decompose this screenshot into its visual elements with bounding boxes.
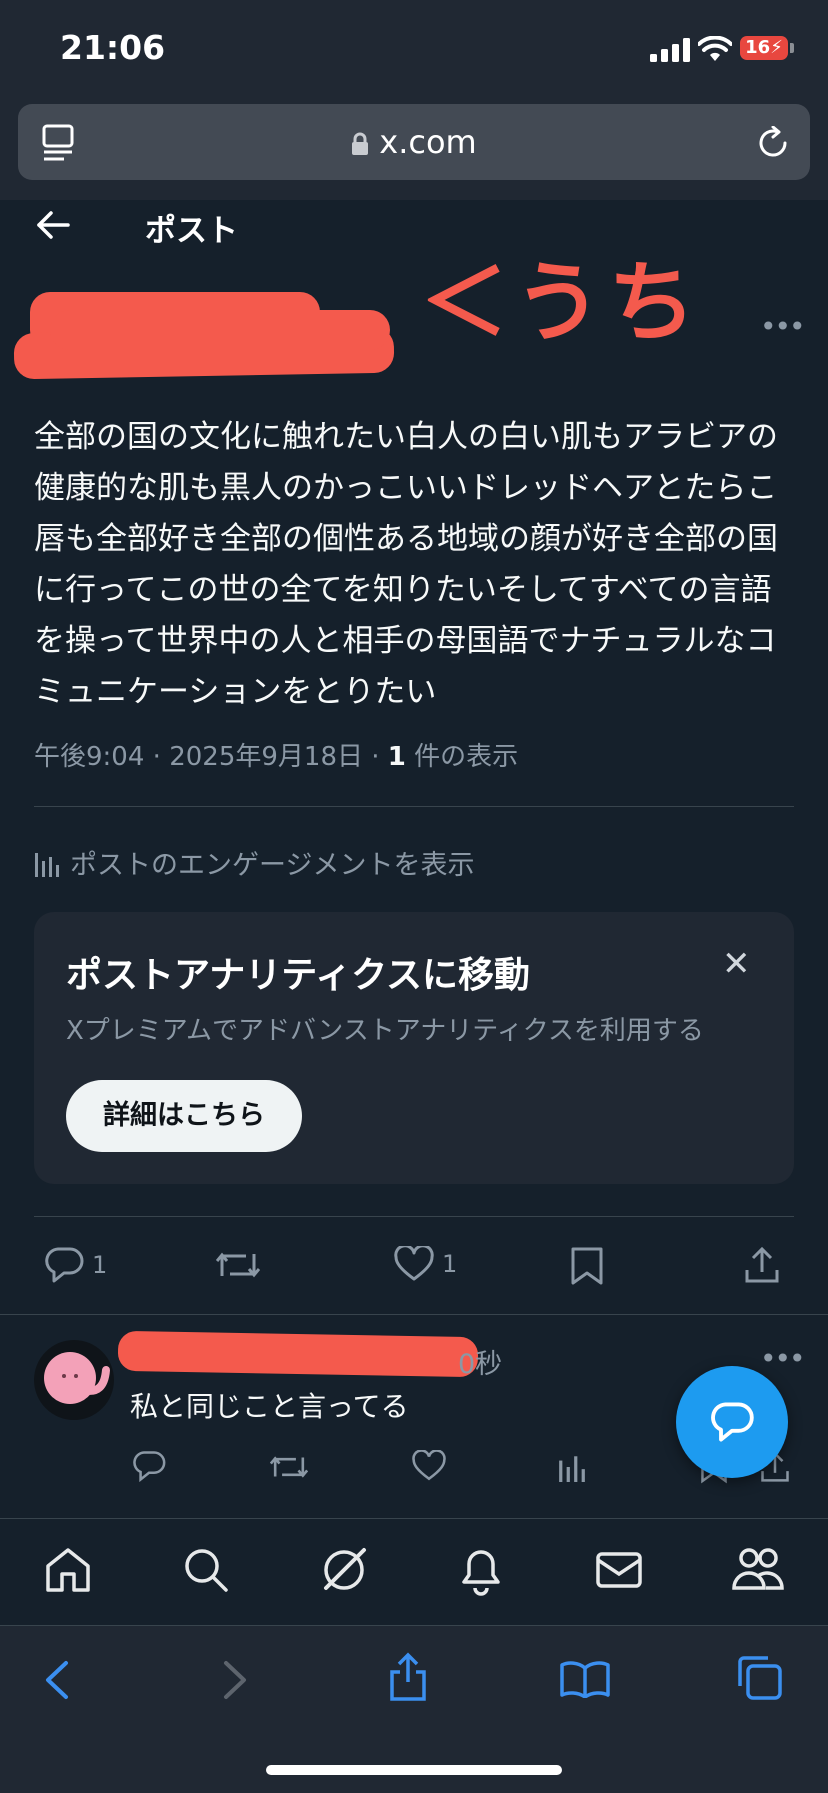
- battery-level: 16: [745, 37, 771, 58]
- like-button[interactable]: 1: [394, 1246, 457, 1282]
- reply-icon: [45, 1247, 84, 1283]
- post-time[interactable]: 午後9:04: [34, 742, 144, 772]
- home-indicator: [266, 1765, 562, 1775]
- battery-icon: 16⚡: [740, 36, 788, 60]
- redaction-mark: [117, 1330, 479, 1378]
- divider: [34, 1216, 794, 1217]
- heart-icon[interactable]: [412, 1450, 446, 1482]
- communities-icon[interactable]: [732, 1546, 784, 1592]
- chat-bubble-icon: [711, 1402, 754, 1442]
- handwritten-label: うち: [514, 251, 703, 354]
- battery-tip: [790, 43, 794, 53]
- page-title: ポスト: [145, 213, 238, 249]
- engagement-label: ポストのエンゲージメントを表示: [70, 850, 475, 881]
- views-count: 1: [387, 742, 406, 772]
- analytics-card-subtitle: Xプレミアムでアドバンストアナリティクスを利用する: [66, 1016, 704, 1046]
- learn-more-button[interactable]: 詳細はこちら: [66, 1080, 302, 1152]
- browser-back-icon[interactable]: [44, 1660, 70, 1700]
- redaction-mark: [50, 310, 390, 350]
- repost-icon: [216, 1252, 260, 1278]
- url-label: x.com: [379, 123, 477, 161]
- wifi-icon: [698, 36, 732, 61]
- grok-icon[interactable]: [318, 1544, 370, 1596]
- handwritten-note: ＜うち: [420, 232, 702, 359]
- reply-icon[interactable]: [132, 1450, 166, 1482]
- heart-icon: [394, 1246, 434, 1281]
- divider: [0, 1314, 828, 1315]
- bookmark-icon[interactable]: [570, 1246, 604, 1286]
- browser-share-icon[interactable]: [388, 1652, 428, 1702]
- reload-icon[interactable]: [756, 126, 790, 160]
- analytics-icon[interactable]: [558, 1452, 586, 1482]
- analytics-icon: [35, 852, 59, 877]
- url-text: x.com: [0, 104, 828, 180]
- reply-text: 私と同じこと言ってる: [130, 1390, 409, 1423]
- repost-button[interactable]: [216, 1248, 260, 1282]
- reply-button[interactable]: 1: [44, 1246, 107, 1284]
- browser-forward-icon[interactable]: [222, 1660, 248, 1700]
- back-arrow-icon[interactable]: [36, 210, 70, 240]
- status-time: 21:06: [60, 28, 166, 67]
- post-date[interactable]: 2025年9月18日: [169, 742, 363, 772]
- bottom-nav: [0, 1518, 828, 1625]
- handwritten-arrow: ＜: [420, 251, 515, 354]
- analytics-card-title: ポストアナリティクスに移動: [66, 955, 531, 996]
- messages-envelope-icon[interactable]: [596, 1550, 642, 1590]
- search-icon[interactable]: [182, 1546, 230, 1594]
- view-engagement-link[interactable]: ポストのエンゲージメントを表示: [34, 843, 474, 882]
- post-text: 全部の国の文化に触れたい白人の白い肌もアラビアの健康的な肌も黒人のかっこいいドレ…: [34, 419, 778, 710]
- bookmarks-book-icon[interactable]: [560, 1660, 610, 1698]
- avatar-image: [44, 1352, 110, 1404]
- reply-time: 0秒: [458, 1349, 503, 1380]
- lock-icon: [351, 132, 369, 156]
- reply-avatar[interactable]: [34, 1340, 114, 1420]
- views-label: 件の表示: [414, 742, 519, 772]
- close-icon[interactable]: ✕: [722, 944, 751, 984]
- like-count: 1: [442, 1250, 458, 1278]
- divider: [34, 806, 794, 807]
- reply-count: 1: [92, 1251, 108, 1279]
- post-meta: 午後9:04 · 2025年9月18日 · 1 件の表示: [34, 742, 519, 772]
- repost-icon[interactable]: [270, 1452, 308, 1482]
- share-icon[interactable]: [744, 1246, 780, 1284]
- notifications-bell-icon[interactable]: [458, 1544, 504, 1596]
- cellular-signal-icon: [650, 38, 690, 62]
- tabs-icon[interactable]: [736, 1654, 784, 1702]
- home-icon[interactable]: [44, 1546, 92, 1594]
- compose-reply-fab[interactable]: [676, 1366, 788, 1478]
- more-options-icon[interactable]: •••: [760, 1342, 806, 1375]
- more-options-icon[interactable]: •••: [760, 310, 806, 343]
